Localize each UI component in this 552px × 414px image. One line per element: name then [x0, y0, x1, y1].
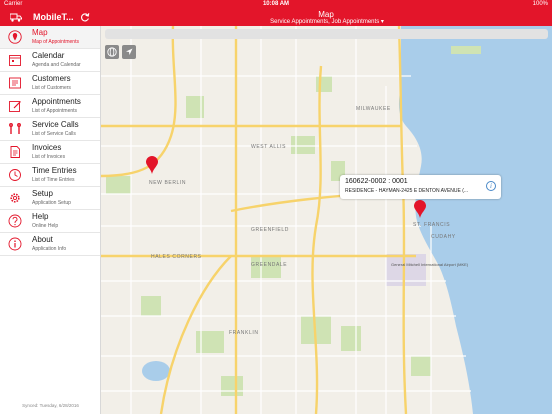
city-label-greendale: GREENDALE [251, 262, 287, 268]
city-label-franklin: FRANKLIN [229, 330, 259, 336]
sidebar-item-customers[interactable]: Customers List of Customers [0, 72, 100, 95]
sidebar-item-sublabel: Online Help [32, 223, 59, 229]
sidebar-item-label: Calendar [32, 51, 65, 60]
sidebar-item-appointments[interactable]: Appointments List of Appointments [0, 95, 100, 118]
city-label-cudahy: CUDAHY [431, 234, 456, 240]
sidebar-item-label: Customers [32, 74, 71, 83]
info-button-icon[interactable]: i [486, 181, 496, 191]
sidebar-item-sublabel: List of Invoices [32, 154, 66, 160]
sidebar-item-label: Invoices [32, 143, 62, 152]
sidebar: Map Map of Appointments Calendar Agenda … [0, 26, 101, 414]
sidebar-item-map[interactable]: Map Map of Appointments [0, 26, 100, 49]
sidebar-item-calendar[interactable]: Calendar Agenda and Calendar [0, 49, 100, 72]
sidebar-item-invoices[interactable]: Invoices List of Invoices [0, 141, 100, 164]
appointment-pin-icon[interactable] [414, 200, 426, 218]
help-icon [8, 214, 22, 228]
city-label-hales-corners: HALES CORNERS [151, 254, 202, 260]
sidebar-item-setup[interactable]: Setup Application Setup [0, 187, 100, 210]
battery-label: 100% [532, 1, 548, 7]
sidebar-item-time-entries[interactable]: Time Entries List of Time Entries [0, 164, 100, 187]
sidebar-item-sublabel: Application Info [32, 246, 67, 252]
info-icon [8, 237, 22, 251]
invoice-icon [10, 146, 20, 158]
tools-icon [9, 123, 21, 134]
sidebar-item-sublabel: List of Appointments [32, 108, 78, 114]
city-label-new-berlin: NEW BERLIN [149, 180, 186, 186]
appointment-filter-dropdown[interactable]: Service Appointments, Job Appointments ▾ [102, 18, 552, 25]
callout-subtitle: RESIDENCE - HAYMAN-2425 E DENTON AVENUE … [345, 188, 469, 194]
appointment-pin-icon[interactable] [146, 156, 158, 174]
city-label-st-francis: ST. FRANCIS [413, 222, 450, 228]
sidebar-item-label: Service Calls [32, 120, 79, 129]
city-label-milwaukee: MILWAUKEE [356, 106, 391, 112]
sidebar-item-help[interactable]: Help Online Help [0, 210, 100, 233]
callout-title: 160622-0002 : 0001 [345, 178, 408, 185]
city-label-greenfield: GREENFIELD [251, 227, 289, 233]
globe-icon [107, 47, 117, 57]
location-arrow-icon [126, 48, 133, 55]
airport-label: General Mitchell International Airport (… [391, 262, 469, 267]
sidebar-item-label: Map [32, 28, 48, 37]
appointments-icon [9, 101, 21, 112]
map-search-bar[interactable] [105, 29, 548, 39]
sidebar-item-about[interactable]: About Application Info [0, 233, 100, 256]
map-canvas: MILWAUKEE WEST ALLIS NEW BERLIN GREENFIE… [101, 26, 552, 414]
map-type-button[interactable] [105, 45, 119, 59]
customers-icon [9, 77, 21, 89]
sidebar-item-label: Appointments [32, 97, 81, 106]
appointment-callout[interactable]: 160622-0002 : 0001 RESIDENCE - HAYMAN-24… [340, 175, 501, 199]
sidebar-item-sublabel: Agenda and Calendar [32, 62, 81, 68]
clock-icon [9, 169, 21, 181]
sidebar-item-sublabel: Application Setup [32, 200, 71, 206]
gear-icon [10, 193, 20, 203]
sidebar-item-sublabel: Map of Appointments [32, 39, 79, 45]
sidebar-item-sublabel: List of Customers [32, 85, 71, 91]
locate-me-button[interactable] [122, 45, 136, 59]
sync-status: Synced: Tuesday, 6/28/2016 [22, 403, 79, 408]
sidebar-item-sublabel: List of Time Entries [32, 177, 75, 183]
map-view[interactable]: MILWAUKEE WEST ALLIS NEW BERLIN GREENFIE… [101, 26, 552, 414]
sidebar-item-label: Setup [32, 189, 53, 198]
calendar-icon [9, 55, 21, 66]
city-label-west-allis: WEST ALLIS [251, 144, 286, 150]
sidebar-item-label: Time Entries [32, 166, 77, 175]
sidebar-item-label: Help [32, 212, 49, 221]
sidebar-item-sublabel: List of Service Calls [32, 131, 76, 137]
app-header: MobileT... Map Service Appointments, Job… [0, 9, 552, 26]
status-bar: Carrier 10:08 AM 100% [0, 0, 552, 9]
sidebar-item-label: About [32, 235, 53, 244]
map-pin-icon [8, 30, 22, 44]
status-time: 10:08 AM [262, 1, 290, 7]
sidebar-item-service-calls[interactable]: Service Calls List of Service Calls [0, 118, 100, 141]
